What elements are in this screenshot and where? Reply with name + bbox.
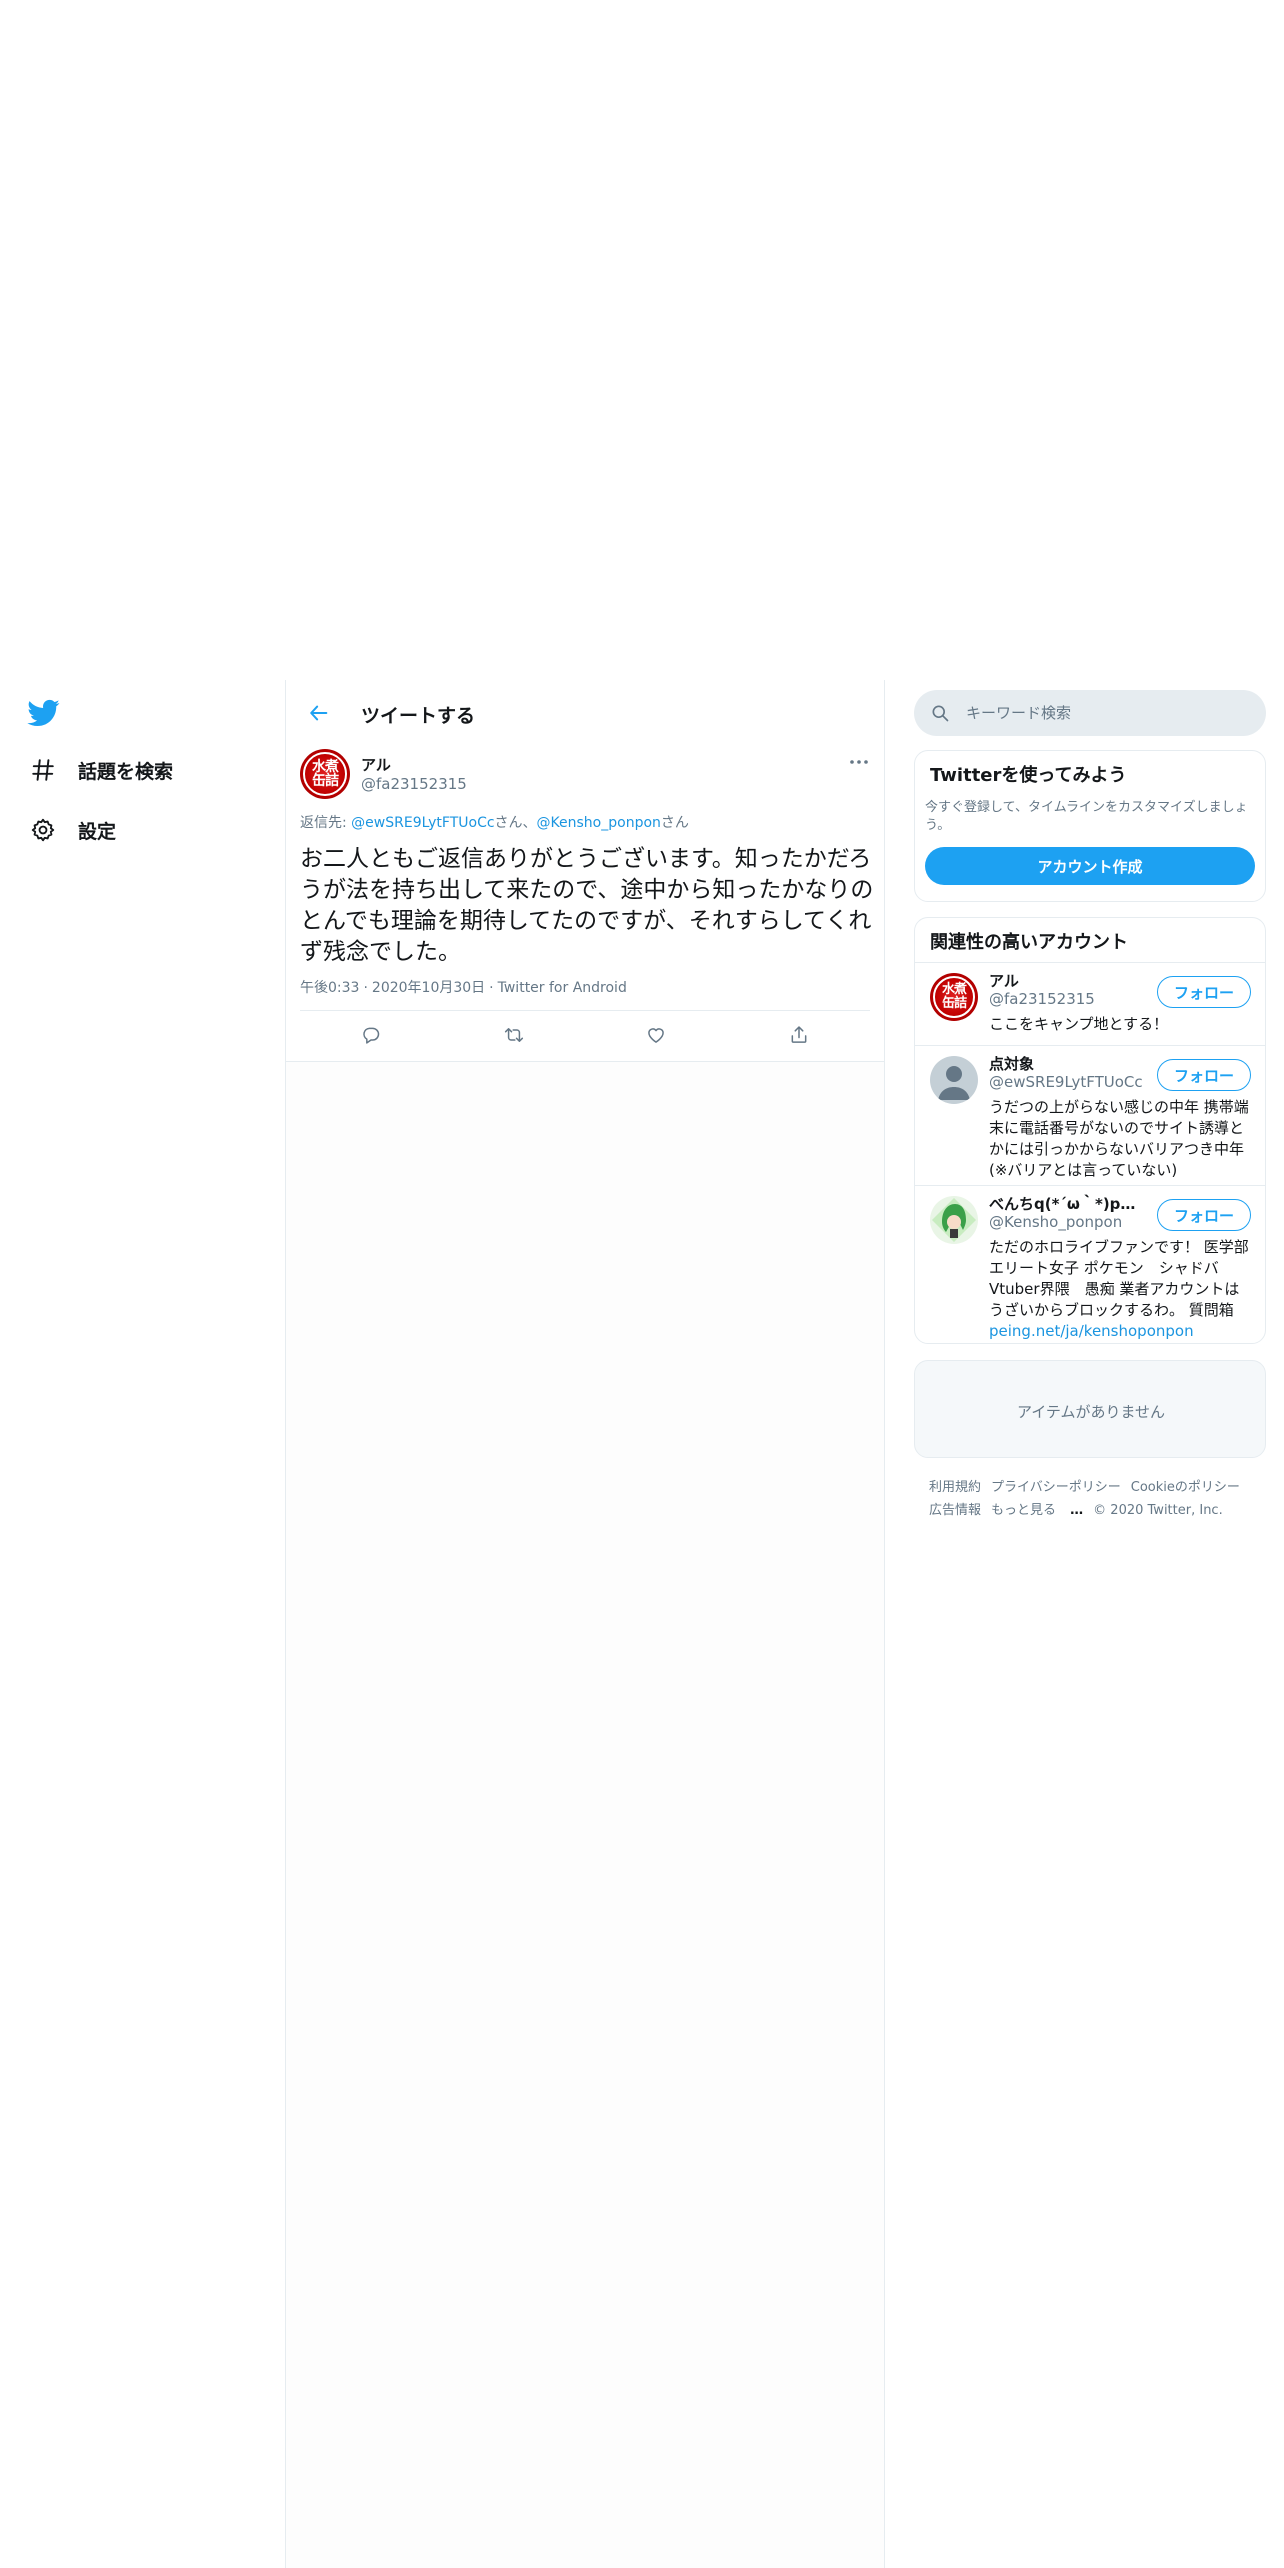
meta-dot: · [363,980,368,996]
reply-user-link-2[interactable]: @Kensho_ponpon [537,815,661,831]
signup-title: Twitterを使ってみよう [930,765,1127,786]
author-name[interactable]: アル [361,754,391,775]
more-dots-icon [850,760,868,764]
account-bio-link[interactable]: peing.net/ja/kenshoponpon [989,1322,1194,1340]
hashtag-icon [26,753,60,787]
nav-explore-label: 話題を検索 [78,760,174,783]
avatar[interactable]: 水煮 缶詰 [930,973,978,1021]
more-options-button[interactable] [846,752,872,772]
footer-link[interactable]: 利用規約 [929,1480,981,1495]
related-account-item[interactable]: 水煮 缶詰 アル @fa23152315 フォロー ここをキャンプ地とする！ [915,962,1265,1044]
tweet-meta: 午後0:33 · 2020年10月30日 · Twitter for Android [300,977,627,997]
tweet-source[interactable]: Twitter for Android [498,980,627,996]
account-name[interactable]: べんちq(*´ω｀*)pち… [989,1193,1144,1214]
related-accounts-title: 関連性の高いアカウント [930,932,1128,953]
signup-description: 今すぐ登録して、タイムラインをカスタマイズしましょう。 [925,800,1248,833]
reply-user-link-1[interactable]: @ewSRE9LytFTUoCc [351,815,494,831]
reply-suffix-1: さん、 [494,815,537,831]
tweet-time[interactable]: 午後0:33 [300,980,359,996]
reply-button[interactable] [353,1017,389,1053]
account-bio-text: ただのホロライブファンです！ 医学部エリート女子 ポケモン シャドバ Vtube… [989,1238,1249,1319]
empty-message: アイテムがありません [1016,1403,1166,1421]
avatar-logo-text: 水煮 缶詰 [312,759,339,789]
reply-icon [363,1027,380,1044]
account-handle[interactable]: @ewSRE9LytFTUoCc [989,1073,1144,1091]
page: 話題を検索 設定 ツイートする 水煮 缶詰 アル @fa23152315 返信先… [0,0,1284,2568]
footer-link[interactable]: 広告情報 [929,1503,981,1518]
related-account-item[interactable]: べんちq(*´ω｀*)pち… @Kensho_ponpon フォロー ただのホロ… [915,1185,1265,1343]
reply-prefix: 返信先: [300,815,352,831]
default-avatar-icon[interactable] [930,1056,978,1104]
avatar-logo-text: 水煮 缶詰 [941,982,967,1011]
account-name[interactable]: アル [989,970,1144,991]
tweet-detail: ツイートする 水煮 缶詰 アル @fa23152315 返信先: @ewSRE9L… [286,680,884,1062]
main-column: ツイートする 水煮 缶詰 アル @fa23152315 返信先: @ewSRE9L… [285,680,885,2568]
page-title: ツイートする [361,705,476,727]
signup-card: Twitterを使ってみよう 今すぐ登録して、タイムラインをカスタマイズしましょ… [914,750,1266,902]
follow-button[interactable]: フォロー [1157,1059,1251,1091]
nav-settings-label: 設定 [78,820,117,843]
gear-icon [26,813,60,847]
heart-icon [648,1028,665,1043]
tweet-actions [300,1010,870,1060]
create-account-button[interactable]: アカウント作成 [925,847,1255,885]
retweet-icon [504,1028,523,1042]
related-accounts-card: 関連性の高いアカウント 水煮 缶詰 アル @fa23152315 フォロー ここを… [914,917,1266,1344]
account-bio: ここをキャンプ地とする！ [989,1015,1169,1033]
divider [286,1061,884,1062]
more-dots-icon: … [1070,1503,1084,1518]
header: ツイートする [286,680,884,746]
back-button[interactable] [300,694,338,732]
search-input[interactable] [966,703,1246,723]
avatar[interactable]: 水煮 缶詰 [300,749,350,799]
follow-button[interactable]: フォロー [1157,976,1251,1008]
footer: 利用規約 プライバシーポリシー Cookieのポリシー 広告情報 もっと見る … © 2… [929,1476,1259,1522]
avatar[interactable] [930,1196,978,1244]
reply-to: 返信先: @ewSRE9LytFTUoCcさん、@Kensho_ponponさん [300,812,689,832]
meta-dot: · [489,980,494,996]
account-bio: ただのホロライブファンです！ 医学部エリート女子 ポケモン シャドバ Vtube… [989,1237,1251,1342]
arrow-left-icon [310,705,328,721]
like-button[interactable] [638,1017,674,1053]
author-handle[interactable]: @fa23152315 [361,775,467,793]
search-icon [930,703,950,723]
tweet-text: お二人ともご返信ありがとうございます。知ったかだろうが法を持ち出して来たので、途… [300,846,874,965]
trends-card: アイテムがありません [914,1360,1266,1458]
reply-suffix-2: さん [660,815,689,831]
related-account-item[interactable]: 点対象 @ewSRE9LytFTUoCc フォロー うだつの上がらない感じの中年… [915,1045,1265,1185]
search-box[interactable] [914,690,1266,736]
account-bio: うだつの上がらない感じの中年 携帯端末に電話番号がないのでサイト誘導とかには引っ… [989,1098,1249,1179]
share-button[interactable] [781,1017,817,1053]
nav-settings[interactable]: 設定 [26,810,116,850]
twitter-logo-icon[interactable] [26,696,62,732]
share-icon [791,1026,807,1043]
account-name[interactable]: 点対象 [989,1053,1144,1074]
footer-link[interactable]: プライバシーポリシー [991,1480,1121,1495]
copyright: © 2020 Twitter, Inc. [1093,1503,1223,1518]
retweet-button[interactable] [496,1017,532,1053]
footer-link[interactable]: Cookieのポリシー [1131,1480,1240,1495]
nav-explore[interactable]: 話題を検索 [26,750,173,790]
follow-button[interactable]: フォロー [1157,1199,1251,1231]
footer-more-label: もっと見る [991,1503,1057,1518]
footer-more-link[interactable]: もっと見る … [991,1503,1083,1518]
tweet-date[interactable]: 2020年10月30日 [372,980,485,996]
account-handle[interactable]: @fa23152315 [989,990,1144,1008]
account-handle[interactable]: @Kensho_ponpon [989,1213,1144,1231]
